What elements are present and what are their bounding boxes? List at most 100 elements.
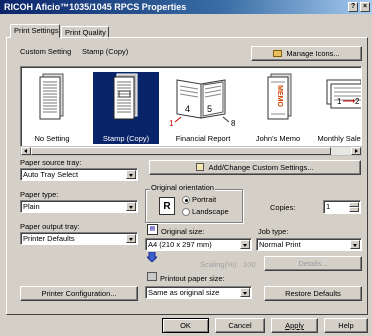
preset-caption: John's Memo <box>255 134 301 143</box>
landscape-label: Landscape <box>192 207 229 216</box>
restore-defaults-label: Restore Defaults <box>285 289 341 298</box>
monthly-sales-pages-icon: 1 2 <box>326 79 361 109</box>
preset-scrollbar[interactable] <box>20 146 362 156</box>
memo-text: MEMO <box>276 85 283 107</box>
copies-input[interactable]: 1 <box>323 200 361 214</box>
original-size-select[interactable]: A4 (210 x 297 mm) <box>145 238 252 251</box>
scroll-left-button[interactable] <box>21 147 31 155</box>
printout-size-label: Printout paper size: <box>160 274 225 283</box>
apply-label: Apply <box>285 321 304 330</box>
tab-print-settings[interactable]: Print Settings <box>10 24 60 38</box>
page-number: 2 <box>355 97 360 106</box>
scaling-value: 100 <box>243 260 256 269</box>
scroll-right-icon <box>355 149 358 153</box>
add-change-custom-settings-button[interactable]: Add/Change Custom Settings... <box>149 160 361 175</box>
original-size-value: A4 (210 x 297 mm) <box>148 240 212 249</box>
preset-no-setting[interactable]: No Setting <box>21 72 83 144</box>
preset-financial-report[interactable]: 4 5 1 8 Financial Report <box>163 72 243 144</box>
window-title: RICOH Aficio™1035/1045 RPCS Properties <box>4 2 187 12</box>
copies-value: 1 <box>326 202 331 211</box>
paper-source-select[interactable]: Auto Tray Select <box>20 168 138 181</box>
edit-settings-icon <box>196 163 205 171</box>
page-number: 8 <box>231 119 236 128</box>
close-icon: × <box>362 3 368 10</box>
ok-button[interactable]: OK <box>162 318 209 333</box>
paper-source-value: Auto Tray Select <box>23 170 79 179</box>
copies-label: Copies: <box>270 203 296 212</box>
preset-caption: Financial Report <box>175 134 231 143</box>
tab-label: Print Settings <box>14 26 59 35</box>
scroll-right-button[interactable] <box>351 147 361 155</box>
custom-setting-label: Custom Setting <box>20 47 72 56</box>
cancel-button[interactable]: Cancel <box>215 318 265 333</box>
job-type-select[interactable]: Normal Print <box>256 238 362 251</box>
chevron-down-icon <box>126 234 136 243</box>
close-title-button[interactable]: × <box>360 2 370 12</box>
paper-type-select[interactable]: Plain <box>20 200 138 213</box>
job-type-value: Normal Print <box>259 240 301 249</box>
manage-icons-icon <box>273 50 283 57</box>
chevron-down-icon <box>240 240 250 249</box>
orientation-label: Original orientation <box>150 183 215 192</box>
paper-type-label: Paper type: <box>20 190 59 199</box>
tab-label: Print Quality <box>65 28 106 37</box>
restore-defaults-button[interactable]: Restore Defaults <box>264 286 362 301</box>
printer-configuration-label: Printer Configuration... <box>41 289 117 298</box>
paper-type-value: Plain <box>23 202 40 211</box>
paper-output-select[interactable]: Printer Defaults <box>20 232 138 245</box>
chevron-down-icon <box>126 202 136 211</box>
page-number: 1 <box>337 97 342 106</box>
preset-monthly-sales[interactable]: 1 2 Monthly Sales <box>311 72 362 144</box>
manage-icons-button[interactable]: Manage Icons... <box>251 46 362 61</box>
paper-output-label: Paper output tray: <box>20 222 80 231</box>
preset-caption: Stamp (Copy) <box>102 134 150 143</box>
original-size-icon: ▤ <box>147 224 158 235</box>
help-button[interactable]: Help <box>324 318 368 333</box>
help-label: Help <box>338 321 354 330</box>
printout-size-select[interactable]: Same as original size <box>145 286 252 299</box>
original-size-label: Original size: <box>161 227 205 236</box>
printout-size-value: Same as original size <box>148 288 220 297</box>
help-title-button[interactable]: ? <box>348 2 358 12</box>
financial-report-booklet-icon: 4 5 1 8 <box>169 79 236 128</box>
paper-output-value: Printer Defaults <box>23 234 75 243</box>
no-setting-page-icon <box>39 73 64 120</box>
chevron-down-icon <box>240 288 250 297</box>
stamp-copy-page-icon <box>113 73 138 120</box>
orientation-glyph: R <box>163 201 171 212</box>
page-number: 1 <box>169 119 174 128</box>
page-number: 5 <box>207 104 212 114</box>
memo-page-icon: MEMO <box>267 73 292 120</box>
ok-label: OK <box>180 321 191 330</box>
details-label: Details... <box>298 259 328 268</box>
apply-button[interactable]: Apply <box>271 318 318 333</box>
preset-caption: No Setting <box>34 134 70 143</box>
portrait-label: Portrait <box>192 195 217 204</box>
paper-source-label: Paper source tray: <box>20 158 82 167</box>
scaling-arrow-icon <box>145 251 159 263</box>
chevron-down-icon <box>126 170 136 179</box>
preset-caption: Monthly Sales <box>317 134 362 143</box>
scaling-label: Scaling(%): <box>200 260 239 269</box>
add-change-label: Add/Change Custom Settings... <box>208 163 314 172</box>
printout-printer-icon <box>147 272 157 281</box>
page-number: 4 <box>185 104 190 114</box>
cancel-label: Cancel <box>228 321 252 330</box>
custom-setting-value: Stamp (Copy) <box>82 47 129 56</box>
chevron-down-icon <box>350 240 360 249</box>
preset-stamp-copy[interactable]: Stamp (Copy) <box>93 72 159 144</box>
landscape-radio[interactable] <box>182 208 190 216</box>
manage-icons-label: Manage Icons... <box>286 49 340 58</box>
preset-johns-memo[interactable]: MEMO John's Memo <box>249 72 307 144</box>
preset-gallery: No Setting Stamp (Copy) 4 5 1 8 Financia… <box>20 66 362 147</box>
portrait-radio[interactable] <box>182 196 190 204</box>
orientation-preview-icon: R <box>159 197 175 215</box>
scroll-left-icon <box>24 149 27 153</box>
printer-configuration-button[interactable]: Printer Configuration... <box>20 286 138 301</box>
scroll-thumb[interactable] <box>31 147 331 155</box>
copies-down-button[interactable] <box>349 207 359 212</box>
title-bar: RICOH Aficio™1035/1045 RPCS Properties <box>0 0 372 14</box>
details-button[interactable]: Details... <box>264 256 362 271</box>
help-icon: ? <box>350 3 356 10</box>
job-type-label: Job type: <box>258 227 289 236</box>
